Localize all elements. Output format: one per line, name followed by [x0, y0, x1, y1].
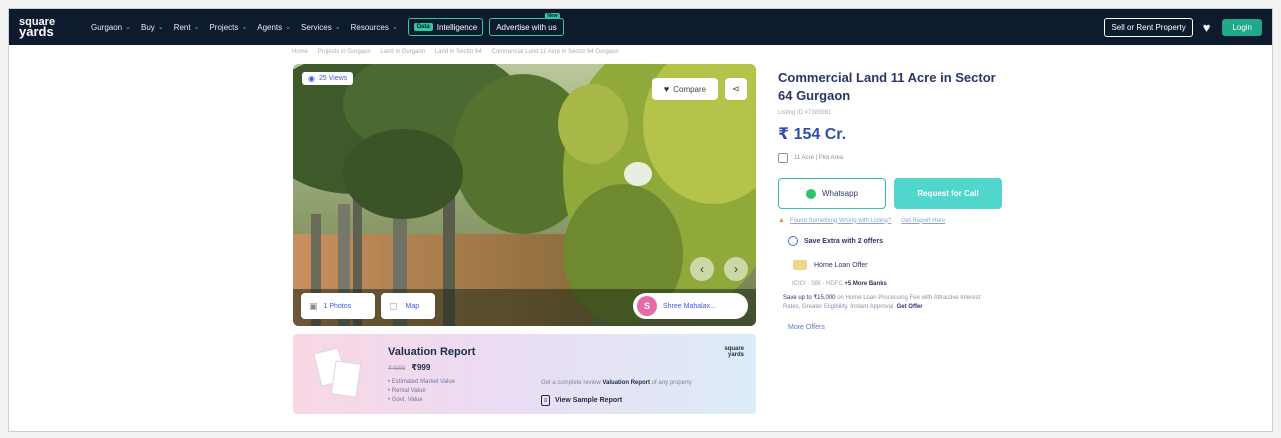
breadcrumb-item[interactable]: Land in Sector 64: [435, 49, 482, 55]
report-listing-row: ▲ Found Something Wrong with Listing? Ge…: [778, 217, 1078, 224]
login-button[interactable]: Login: [1222, 18, 1262, 36]
agent-chip[interactable]: S Shree Mahalax...: [633, 293, 748, 319]
report-illustration: [307, 346, 367, 404]
photo-icon: ▣: [309, 300, 318, 311]
page-frame: square yards Gurgaon ⌄ Buy ⌄ Rent ⌄ Project…: [8, 8, 1273, 432]
sample-label: View Sample Report: [555, 397, 623, 404]
data-intelligence-button[interactable]: Data Intelligence: [407, 18, 484, 36]
valuation-report-banner[interactable]: Valuation Report ₹4999 ₹999 Estimated Ma…: [293, 334, 756, 414]
breadcrumb-item[interactable]: Home: [292, 49, 308, 55]
listing-id: Listing ID #7383981: [778, 110, 832, 116]
photo-gallery[interactable]: ◉ 25 Views ♥ Compare ⋖ ‹ › ▣ 1 Photos ▢ …: [293, 64, 756, 326]
next-photo-button[interactable]: ›: [724, 257, 748, 281]
share-icon: ⋖: [731, 83, 741, 95]
brand-logo[interactable]: square yards: [19, 17, 91, 39]
valuation-description: Get a complete review Valuation Report o…: [541, 380, 692, 386]
loan-icon: [793, 260, 807, 270]
warning-icon: ▲: [778, 217, 785, 224]
old-price: ₹4999: [388, 366, 406, 372]
shortlist-heart-icon[interactable]: ♥: [1203, 20, 1211, 35]
list-item: Govt. Value: [388, 396, 455, 405]
property-photo: [293, 64, 756, 326]
nav-item-rent[interactable]: Rent ⌄: [174, 23, 200, 32]
whatsapp-icon: [805, 188, 816, 199]
valuation-title: Valuation Report: [388, 346, 476, 358]
document-icon: ≡: [541, 395, 550, 406]
request-call-button[interactable]: Request for Call: [894, 178, 1002, 209]
more-offers-link[interactable]: More Offers: [788, 324, 1078, 331]
whatsapp-button[interactable]: Whatsapp: [778, 178, 886, 209]
valuation-features: Estimated Market Value Rental Value Govt…: [388, 378, 455, 405]
chevron-down-icon: ⌄: [157, 24, 164, 31]
chevron-down-icon: ⌄: [334, 24, 341, 31]
chevron-down-icon: ⌄: [125, 24, 132, 31]
report-doc-graphic: [330, 360, 362, 398]
list-item: Estimated Market Value: [388, 378, 455, 387]
chevron-left-icon: ‹: [700, 262, 704, 276]
advertise-label: Advertise with us: [496, 22, 557, 32]
listing-details: Commercial Land 11 Acre in Sector 64 Gur…: [778, 69, 1078, 331]
data-badge: Data: [413, 23, 433, 31]
loan-offer-text: Save up to ₹15,000 on Home Loan Processi…: [783, 295, 981, 310]
listing-title: Commercial Land 11 Acre in Sector 64 Gur…: [778, 70, 996, 103]
nav-right: Sell or Rent Property ♥ Login: [1104, 17, 1262, 37]
views-chip: ◉ 25 Views: [302, 72, 354, 85]
offer-icon: [788, 236, 798, 246]
share-button[interactable]: ⋖: [725, 78, 747, 100]
map-icon: ▢: [389, 300, 398, 311]
nav-item-services[interactable]: Services ⌄: [301, 23, 341, 32]
advertise-button[interactable]: Advertise with us New: [489, 13, 564, 36]
photos-label: 1 Photos: [323, 302, 352, 310]
chevron-down-icon: ⌄: [285, 24, 292, 31]
map-label: Map: [405, 302, 420, 310]
get-offer-link[interactable]: Get Offer: [897, 304, 923, 310]
cta-row: Whatsapp Request for Call: [778, 178, 1078, 209]
nav-item-city[interactable]: Gurgaon ⌄: [91, 23, 131, 32]
area-icon: [778, 153, 788, 163]
brand-mark: square yards: [724, 346, 744, 358]
plot-area: 11 Acre | Plot Area: [778, 153, 1078, 163]
chevron-down-icon: ⌄: [241, 24, 248, 31]
map-button[interactable]: ▢ Map: [381, 293, 435, 319]
intelligence-label: Intelligence: [436, 22, 478, 32]
prev-photo-button[interactable]: ‹: [690, 257, 714, 281]
chevron-down-icon: ⌄: [193, 24, 200, 31]
breadcrumb: Home Projects in Gurgaon Land in Gurgaon…: [292, 49, 627, 55]
more-banks[interactable]: +5 More Banks: [844, 281, 887, 287]
listing-price: ₹ 154 Cr.: [778, 126, 847, 143]
nav-item-agents[interactable]: Agents ⌄: [257, 23, 291, 32]
nav-item-buy[interactable]: Buy ⌄: [141, 23, 164, 32]
views-count: 25 Views: [318, 75, 348, 82]
get-report-link[interactable]: Get Report Here: [901, 218, 945, 224]
breadcrumb-item[interactable]: Projects in Gurgaon: [318, 49, 371, 55]
nav-item-resources[interactable]: Resources ⌄: [351, 23, 398, 32]
banks-list: ICICI · SBI · HDFC +5 More Banks: [792, 281, 887, 287]
agent-avatar: S: [637, 296, 657, 316]
eye-icon: ◉: [308, 74, 315, 83]
compare-label: Compare: [673, 84, 707, 94]
new-badge: New: [545, 13, 560, 19]
agent-name: Shree Mahalax...: [663, 302, 716, 310]
valuation-price: ₹4999 ₹999: [388, 363, 430, 372]
offers-heading: Save Extra with 2 offers: [788, 236, 1078, 246]
chevron-right-icon: ›: [734, 262, 738, 276]
home-loan-offer[interactable]: Home Loan Offer: [793, 260, 1078, 270]
photos-button[interactable]: ▣ 1 Photos: [301, 293, 375, 319]
breadcrumb-item: Commercial Land 11 Acre in Sector 64 Gur…: [491, 49, 619, 55]
report-wrong-link[interactable]: Found Something Wrong with Listing?: [790, 218, 891, 224]
logo-line2: yards: [19, 24, 54, 39]
compare-button[interactable]: ♥ Compare: [652, 78, 718, 100]
chevron-down-icon: ⌄: [391, 24, 398, 31]
sell-or-rent-button[interactable]: Sell or Rent Property: [1104, 17, 1193, 37]
view-sample-report-link[interactable]: ≡ View Sample Report: [541, 395, 622, 406]
new-price: ₹999: [411, 363, 431, 372]
heart-icon: ♥: [663, 84, 670, 94]
list-item: Rental Value: [388, 387, 455, 396]
top-nav: square yards Gurgaon ⌄ Buy ⌄ Rent ⌄ Project…: [9, 9, 1272, 45]
breadcrumb-item[interactable]: Land in Gurgaon: [380, 49, 425, 55]
nav-item-projects[interactable]: Projects ⌄: [209, 23, 247, 32]
